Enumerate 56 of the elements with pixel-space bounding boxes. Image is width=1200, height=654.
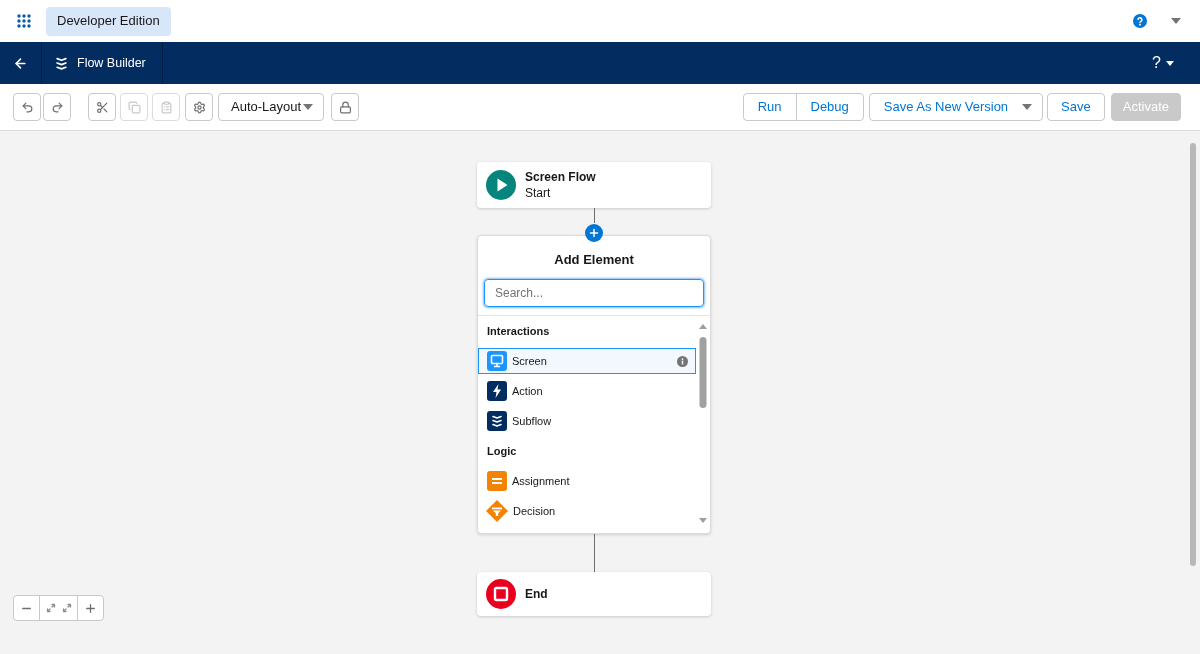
plus-icon [588,227,600,239]
node-title: Screen Flow [525,169,596,185]
undo-icon [20,100,34,114]
section-heading: Interactions [487,323,550,339]
node-subtitle: Start [525,185,552,201]
app-name-tab[interactable]: Developer Edition [46,6,171,36]
caret-icon [303,104,313,110]
lock-icon [338,100,352,114]
zoom-out-button[interactable] [13,595,40,621]
stop-icon [486,579,516,609]
scissors-icon [95,100,109,114]
connector-line [593,208,595,223]
stacked-chevrons-icon [56,56,67,70]
help-menu-text[interactable]: ? [1152,51,1161,75]
caret-icon [1022,104,1033,110]
zoom-in-button[interactable] [77,595,104,621]
undo-button[interactable] [13,93,41,121]
back-arrow-icon [13,55,28,71]
lightning-icon [487,381,507,401]
caret-icon [1166,60,1174,66]
info-icon[interactable] [677,355,688,367]
run-button[interactable]: Run [742,93,797,121]
app-title: Flow Builder [77,54,146,72]
search-field[interactable]: Search... [484,279,704,307]
debug-button[interactable]: Debug [795,93,864,121]
redo-icon [50,100,64,114]
end-node[interactable]: End [477,572,711,616]
expand-arrows-icon [45,603,72,613]
section-heading: Logic [487,443,517,459]
element-item[interactable]: Screen [478,348,696,374]
redo-button[interactable] [43,93,71,121]
stacked-chevrons-icon [487,411,507,431]
caret-icon [1171,18,1181,24]
connector-line [593,534,595,572]
scrollbar[interactable] [1190,143,1196,566]
cut-button[interactable] [88,93,116,121]
settings-icon [192,100,206,114]
add-button[interactable] [585,224,603,242]
help-icon[interactable] [1133,14,1147,28]
lock-button[interactable] [331,93,359,121]
start-node[interactable]: Screen Flow Start [477,162,711,208]
settings-button[interactable] [185,93,213,121]
play-icon [486,170,516,200]
diamond-icon [486,500,508,522]
app-launcher-icon[interactable] [17,14,31,28]
fit-view-button[interactable] [39,595,78,621]
monitor-icon [487,351,507,371]
layout-select[interactable]: Auto-Layout [218,93,324,121]
plus-icon [84,601,97,615]
node-title: End [525,586,548,603]
save-button[interactable]: Save [1047,93,1105,121]
equals-icon [487,471,507,491]
save-as-menu-button[interactable]: Save As New Version [868,93,1044,121]
panel-title: Add Element [553,252,635,268]
clipboard-icon [159,100,173,114]
copy-icon [127,100,141,114]
